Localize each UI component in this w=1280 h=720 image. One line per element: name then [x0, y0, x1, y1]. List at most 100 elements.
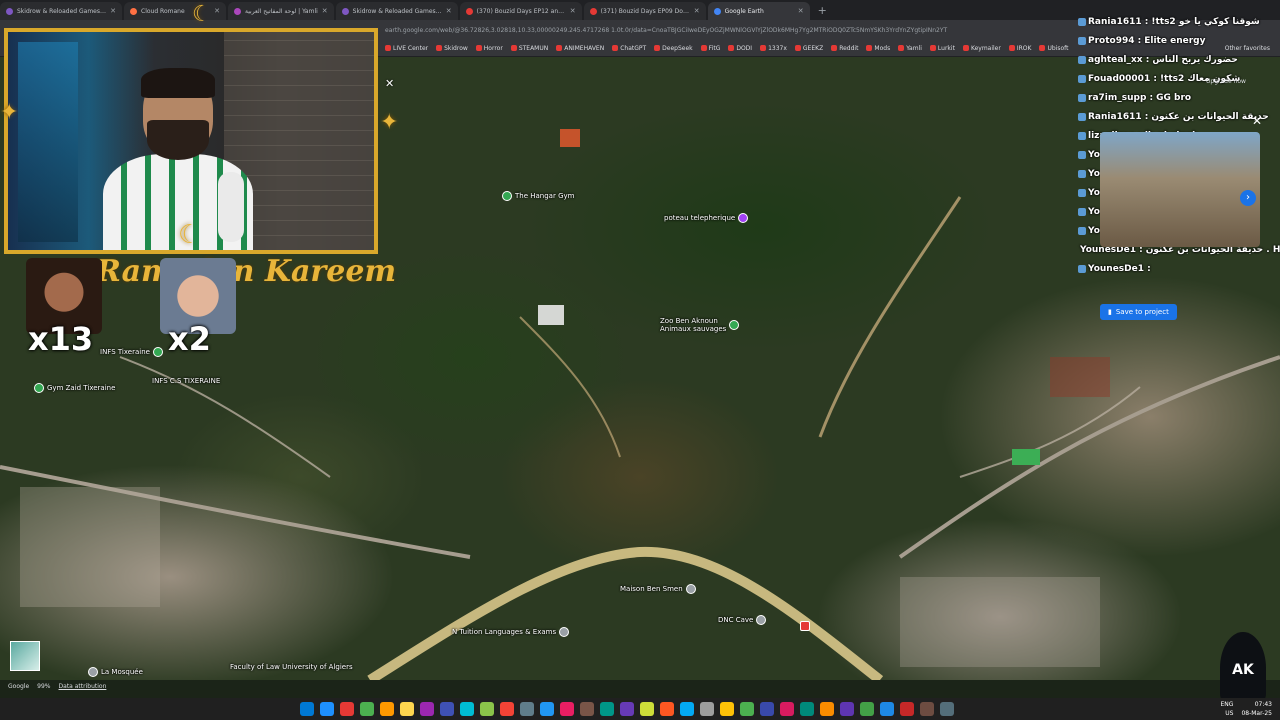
bookmark-item[interactable]: 1337x: [760, 45, 787, 52]
bookmark-label: Lurkit: [937, 44, 955, 52]
popup-close-icon[interactable]: ✕: [1252, 114, 1262, 128]
chat-username: Fouad00001 :: [1088, 73, 1157, 84]
taskbar-app-icon[interactable]: [720, 702, 734, 716]
bookmark-favicon-icon: [436, 45, 443, 51]
bookmark-favicon-icon: [556, 45, 563, 51]
taskbar-app-icon[interactable]: [680, 702, 694, 716]
browser-tab[interactable]: Skidrow & Reloaded Games – Do ✕: [0, 2, 122, 20]
bookmark-item[interactable]: LIVE Center: [385, 45, 428, 52]
bookmark-item[interactable]: IROK: [1008, 45, 1031, 52]
taskbar-app-icon[interactable]: [620, 702, 634, 716]
taskbar-app-icon[interactable]: [520, 702, 534, 716]
taskbar-app-icon[interactable]: [560, 702, 574, 716]
taskbar-app-icon[interactable]: [920, 702, 934, 716]
taskbar-app-icon[interactable]: [900, 702, 914, 716]
browser-tab[interactable]: (371) Bouzid Days EP09 Docteur ✕: [583, 2, 706, 20]
tab-close-icon[interactable]: ✕: [214, 7, 220, 15]
taskbar-app-icon[interactable]: [860, 702, 874, 716]
taskbar-app-icon[interactable]: [600, 702, 614, 716]
place-maison-ben-smen[interactable]: Maison Ben Smen: [620, 584, 696, 594]
bookmark-item[interactable]: Lurkit: [929, 44, 955, 52]
taskbar-app-icon[interactable]: [760, 702, 774, 716]
browser-tab[interactable]: (370) Bouzid Days EP12 analyses ✕: [459, 2, 582, 20]
place-mosque[interactable]: La Mosquée: [88, 667, 143, 677]
next-photo-icon[interactable]: ›: [1240, 190, 1256, 206]
taskbar-app-icon[interactable]: [540, 702, 554, 716]
taskbar-app-icon[interactable]: [340, 702, 354, 716]
taskbar-app-icon[interactable]: [460, 702, 474, 716]
place-dnc-cave[interactable]: DNC Cave: [718, 615, 767, 625]
place-info-popup: ✕ ›: [1098, 110, 1270, 325]
bookmark-item[interactable]: ANIMEHAVEN: [556, 45, 604, 52]
tab-close-icon[interactable]: ✕: [446, 7, 452, 15]
tab-close-icon[interactable]: ✕: [570, 7, 576, 15]
new-tab-icon[interactable]: +: [812, 4, 833, 17]
taskbar-app-icon[interactable]: [360, 702, 374, 716]
map-close-icon[interactable]: ✕: [385, 77, 394, 90]
bookmark-item[interactable]: Horror: [475, 44, 503, 52]
bookmark-item[interactable]: Reddit: [831, 45, 858, 52]
bookmark-item[interactable]: DeepSeek: [654, 45, 693, 52]
tab-close-icon[interactable]: ✕: [798, 7, 804, 15]
bookmark-favicon-icon: [760, 45, 767, 51]
bookmark-label: Yamli: [906, 44, 922, 52]
bookmark-item[interactable]: Skidrow: [436, 45, 468, 52]
browser-tab[interactable]: لوحة المفاتيح العربية | Yamli ✕: [228, 2, 334, 20]
bookmark-favicon-icon: [1008, 45, 1015, 51]
tab-close-icon[interactable]: ✕: [110, 7, 116, 15]
taskbar-app-icon[interactable]: [580, 702, 594, 716]
taskbar-app-icon[interactable]: [380, 702, 394, 716]
taskbar-app-icon[interactable]: [400, 702, 414, 716]
bookmark-item[interactable]: STEAMUN: [510, 45, 548, 52]
taskbar-app-icon[interactable]: [480, 702, 494, 716]
taskbar-app-icon[interactable]: [640, 702, 654, 716]
taskbar-app-icon[interactable]: [420, 702, 434, 716]
browser-tab[interactable]: Skidrow & Reloaded Games – Do ✕: [335, 2, 458, 20]
clock[interactable]: 07:43 08-Mar-25: [1241, 700, 1272, 718]
chat-badge-icon: [1078, 36, 1086, 45]
bookmark-label: Horror: [483, 44, 503, 52]
place-infs-tixeraine[interactable]: INFS Tixeraine: [100, 347, 163, 357]
bookmark-item[interactable]: FitG: [700, 45, 720, 52]
taskbar-app-icon[interactable]: [740, 702, 754, 716]
bookmark-favicon-icon: [728, 45, 735, 51]
taskbar-app-icon[interactable]: [660, 702, 674, 716]
taskbar-app-icon[interactable]: [500, 702, 514, 716]
language-indicator[interactable]: ENG US: [1221, 700, 1234, 718]
bookmark-item[interactable]: Keymailer: [962, 45, 1001, 52]
taskbar-app-icon[interactable]: [800, 702, 814, 716]
bookmark-item[interactable]: Mods: [866, 45, 890, 52]
place-hangar-gym[interactable]: The Hangar Gym: [502, 191, 574, 201]
bookmark-item[interactable]: DODI: [728, 45, 752, 52]
place-n-tuition[interactable]: N Tuition Languages & Exams: [452, 627, 570, 637]
place-faculty-of-law[interactable]: Faculty of Law University of Algiers: [230, 663, 353, 671]
tab-close-icon[interactable]: ✕: [322, 7, 328, 15]
place-zoo-ben-aknoun[interactable]: Zoo Ben Aknoun Animaux sauvages: [660, 317, 740, 333]
taskbar-app-icon[interactable]: [440, 702, 454, 716]
taskbar-app-icon[interactable]: [320, 702, 334, 716]
taskbar-app-icon[interactable]: [880, 702, 894, 716]
bookmark-item[interactable]: ChatGPT: [612, 45, 646, 52]
bookmark-item[interactable]: GEEKZ: [794, 45, 823, 52]
place-infs-cs-tixeraine[interactable]: INFS C.S TIXERAINE: [152, 377, 220, 385]
map-marker-red[interactable]: [800, 621, 810, 631]
chat-username: Proto994 :: [1088, 35, 1142, 46]
taskbar-app-icon[interactable]: [300, 702, 314, 716]
taskbar-app-icon[interactable]: [820, 702, 834, 716]
browser-tab[interactable]: Google Earth ✕: [707, 2, 810, 20]
place-gym-zaid[interactable]: Gym Zaid Tixeraine: [34, 383, 115, 393]
taskbar-app-icon[interactable]: [940, 702, 954, 716]
taskbar-app-icon[interactable]: [840, 702, 854, 716]
tab-close-icon[interactable]: ✕: [694, 7, 700, 15]
taskbar-app-icon[interactable]: [700, 702, 714, 716]
data-attribution-link[interactable]: Data attribution: [59, 683, 107, 690]
bookmark-item[interactable]: Yamli: [898, 45, 922, 52]
save-to-project-button[interactable]: ▮ Save to project: [1100, 304, 1177, 320]
place-poteau-telepherique[interactable]: poteau telepherique: [664, 213, 749, 223]
place-photo[interactable]: [1100, 132, 1260, 247]
upgrade-link[interactable]: Upgrade now: [1206, 78, 1246, 85]
map-layer-thumbnail[interactable]: [10, 641, 40, 671]
bookmark-item[interactable]: Ubisoft: [1039, 45, 1068, 52]
url-text[interactable]: earth.google.com/web/@36.72826,3.02818,1…: [385, 27, 1075, 34]
taskbar-app-icon[interactable]: [780, 702, 794, 716]
